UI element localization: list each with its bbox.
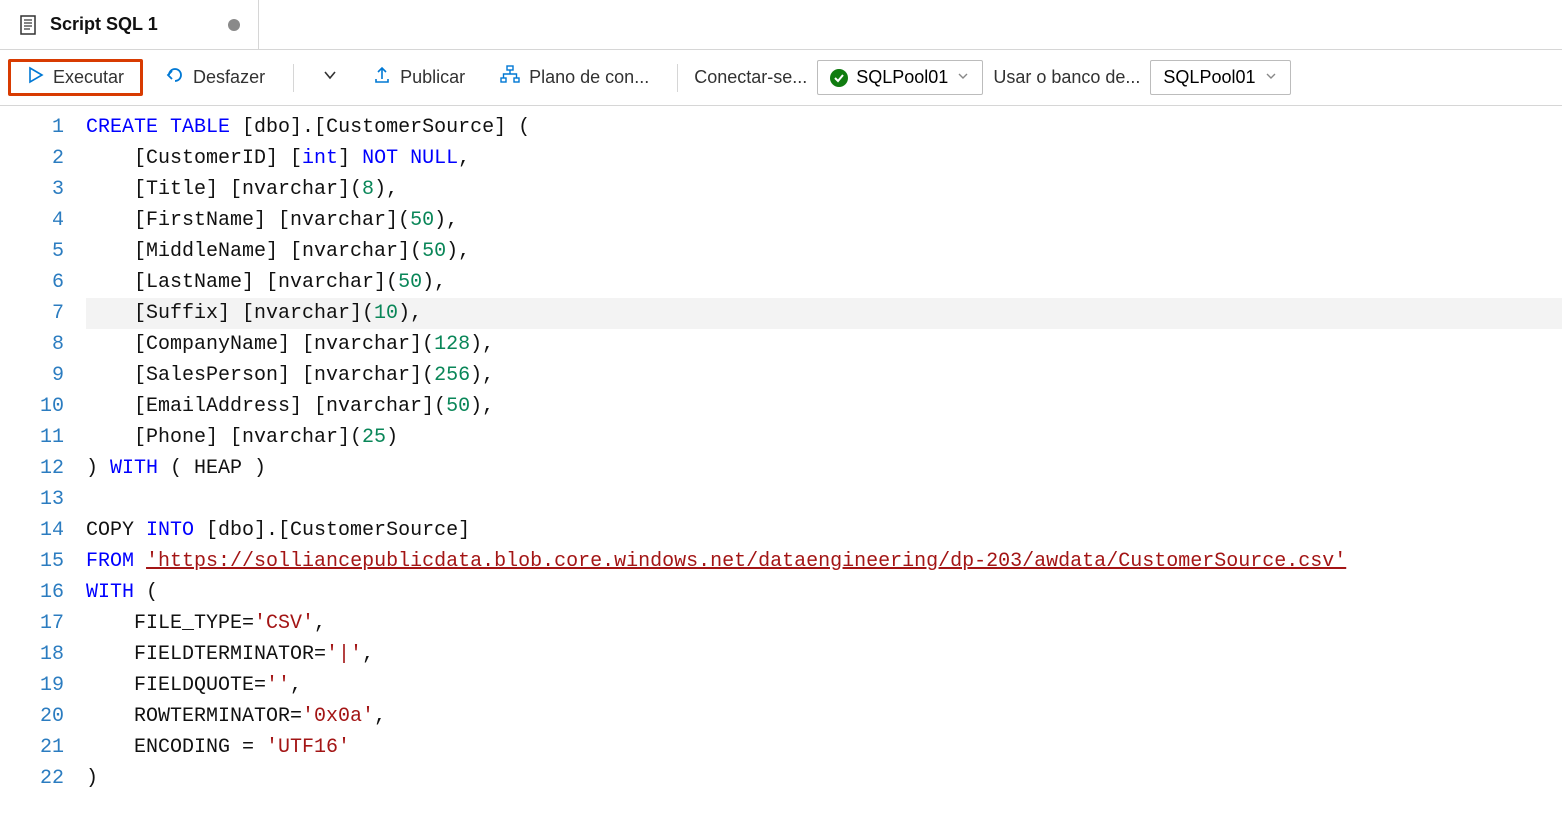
line-number: 5 [0, 236, 80, 267]
line-number: 13 [0, 484, 80, 515]
connect-select-value: SQLPool01 [856, 67, 948, 88]
line-number: 12 [0, 453, 80, 484]
line-number: 21 [0, 732, 80, 763]
code-line[interactable]: [Suffix] [nvarchar](10), [86, 298, 1562, 329]
undo-button[interactable]: Desfazer [153, 59, 277, 96]
chevron-down-icon [1264, 69, 1278, 86]
code-line[interactable]: FIELDTERMINATOR='|', [86, 639, 1562, 670]
undo-icon [165, 65, 185, 90]
code-line[interactable] [86, 484, 1562, 515]
code-line[interactable]: FILE_TYPE='CSV', [86, 608, 1562, 639]
play-icon [27, 66, 45, 89]
connect-select[interactable]: SQLPool01 [817, 60, 983, 95]
code-line[interactable]: [SalesPerson] [nvarchar](256), [86, 360, 1562, 391]
line-number-gutter: 12345678910111213141516171819202122 [0, 112, 80, 794]
tab-title: Script SQL 1 [50, 14, 158, 35]
line-number: 22 [0, 763, 80, 794]
code-line[interactable]: [MiddleName] [nvarchar](50), [86, 236, 1562, 267]
code-line[interactable]: [Title] [nvarchar](8), [86, 174, 1562, 205]
line-number: 20 [0, 701, 80, 732]
run-button[interactable]: Executar [8, 59, 143, 96]
publish-icon [372, 65, 392, 90]
line-number: 9 [0, 360, 80, 391]
line-number: 14 [0, 515, 80, 546]
code-line[interactable]: [CompanyName] [nvarchar](128), [86, 329, 1562, 360]
plan-button-label: Plano de con... [529, 67, 649, 88]
sql-script-icon [18, 14, 40, 36]
tab-dirty-dot [228, 19, 240, 31]
toolbar-separator [293, 64, 294, 92]
line-number: 3 [0, 174, 80, 205]
line-number: 4 [0, 205, 80, 236]
query-plan-button[interactable]: Plano de con... [487, 58, 661, 97]
database-label: Usar o banco de... [993, 67, 1140, 88]
line-number: 11 [0, 422, 80, 453]
undo-button-label: Desfazer [193, 67, 265, 88]
code-line[interactable]: ) WITH ( HEAP ) [86, 453, 1562, 484]
status-ok-icon [830, 69, 848, 87]
line-number: 8 [0, 329, 80, 360]
run-button-label: Executar [53, 67, 124, 88]
code-line[interactable]: FIELDQUOTE='', [86, 670, 1562, 701]
tab-sql-script[interactable]: Script SQL 1 [0, 0, 259, 49]
code-line[interactable]: [EmailAddress] [nvarchar](50), [86, 391, 1562, 422]
line-number: 6 [0, 267, 80, 298]
more-dropdown[interactable] [310, 61, 350, 94]
publish-button[interactable]: Publicar [360, 59, 477, 96]
publish-button-label: Publicar [400, 67, 465, 88]
code-line[interactable]: FROM 'https://solliancepublicdata.blob.c… [86, 546, 1562, 577]
code-line[interactable]: ) [86, 763, 1562, 794]
code-editor[interactable]: 12345678910111213141516171819202122 CREA… [0, 106, 1562, 794]
line-number: 7 [0, 298, 80, 329]
line-number: 1 [0, 112, 80, 143]
chevron-down-icon [956, 69, 970, 86]
code-line[interactable]: ENCODING = 'UTF16' [86, 732, 1562, 763]
code-line[interactable]: [LastName] [nvarchar](50), [86, 267, 1562, 298]
line-number: 16 [0, 577, 80, 608]
code-line[interactable]: ROWTERMINATOR='0x0a', [86, 701, 1562, 732]
line-number: 17 [0, 608, 80, 639]
plan-icon [499, 64, 521, 91]
code-line[interactable]: [Phone] [nvarchar](25) [86, 422, 1562, 453]
connect-label: Conectar-se... [694, 67, 807, 88]
line-number: 2 [0, 143, 80, 174]
toolbar: Executar Desfazer Publicar Plano de con.… [0, 50, 1562, 106]
code-line[interactable]: COPY INTO [dbo].[CustomerSource] [86, 515, 1562, 546]
code-line[interactable]: [CustomerID] [int] NOT NULL, [86, 143, 1562, 174]
database-select-value: SQLPool01 [1163, 67, 1255, 88]
toolbar-separator [677, 64, 678, 92]
chevron-down-icon [322, 67, 338, 88]
tab-bar: Script SQL 1 [0, 0, 1562, 50]
line-number: 10 [0, 391, 80, 422]
line-number: 15 [0, 546, 80, 577]
line-number: 18 [0, 639, 80, 670]
code-line[interactable]: CREATE TABLE [dbo].[CustomerSource] ( [86, 112, 1562, 143]
line-number: 19 [0, 670, 80, 701]
code-line[interactable]: [FirstName] [nvarchar](50), [86, 205, 1562, 236]
code-line[interactable]: WITH ( [86, 577, 1562, 608]
database-select[interactable]: SQLPool01 [1150, 60, 1290, 95]
code-content[interactable]: CREATE TABLE [dbo].[CustomerSource] ( [C… [80, 112, 1562, 794]
